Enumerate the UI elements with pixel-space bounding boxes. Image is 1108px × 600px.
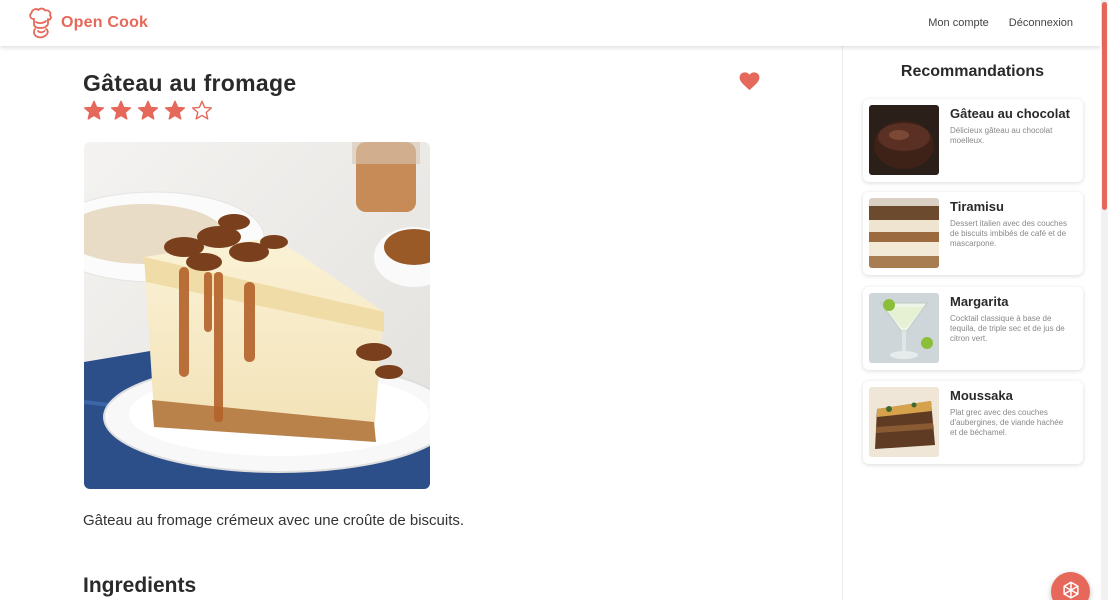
card-title: Gâteau au chocolat (950, 106, 1070, 121)
moussaka-thumbnail (869, 387, 939, 457)
recipe-description: Gâteau au fromage crémeux avec une croût… (83, 512, 465, 529)
nav-account-link[interactable]: Mon compte (928, 17, 989, 29)
margarita-thumbnail (869, 293, 939, 363)
card-title: Margarita (950, 294, 1009, 309)
recommendation-card[interactable]: Tiramisu Dessert italien avec des couche… (863, 192, 1083, 275)
star-empty-icon[interactable] (191, 99, 213, 121)
star-filled-icon[interactable] (110, 99, 132, 121)
ingredients-heading: Ingredients (83, 574, 197, 597)
recommendation-card[interactable]: Gâteau au chocolat Délicieux gâteau au c… (863, 99, 1083, 182)
scrollbar-thumb[interactable] (1102, 2, 1107, 210)
brand-name: Open Cook (61, 14, 149, 31)
recommendations-sidebar: Recommandations Gâteau au chocolat Délic… (842, 46, 1101, 600)
card-description: Plat grec avec des couches d'aubergines,… (950, 408, 1064, 437)
star-filled-icon[interactable] (137, 99, 159, 121)
top-header: Open Cook Mon compte Déconnexion (0, 0, 1101, 46)
card-description: Dessert italien avec des couches de bisc… (950, 219, 1067, 248)
recommendation-card[interactable]: Moussaka Plat grec avec des couches d'au… (863, 381, 1083, 464)
brand-logo-link[interactable]: Open Cook (27, 7, 148, 39)
chef-hat-icon (29, 7, 52, 39)
rating-stars (83, 99, 213, 121)
top-nav: Mon compte Déconnexion (928, 17, 1073, 29)
chocolate-cake-thumbnail (869, 105, 939, 175)
star-filled-icon[interactable] (164, 99, 186, 121)
card-description: Cocktail classique à base de tequila, de… (950, 314, 1065, 343)
recommendation-card[interactable]: Margarita Cocktail classique à base de t… (863, 287, 1083, 370)
recipe-main: Gâteau au fromage Gâteau au fromage crém… (0, 46, 842, 600)
card-description: Délicieux gâteau au chocolat moelleux. (950, 126, 1053, 145)
recipe-title: Gâteau au fromage (83, 70, 297, 96)
card-title: Tiramisu (950, 199, 1004, 214)
card-title: Moussaka (950, 388, 1013, 403)
heart-icon[interactable] (739, 72, 760, 91)
tiramisu-thumbnail (869, 198, 939, 268)
star-filled-icon[interactable] (83, 99, 105, 121)
recipe-image (84, 142, 430, 489)
nav-logout-link[interactable]: Déconnexion (1009, 17, 1073, 29)
sidebar-title: Recommandations (900, 63, 1045, 80)
openai-logo-icon (1063, 581, 1079, 599)
